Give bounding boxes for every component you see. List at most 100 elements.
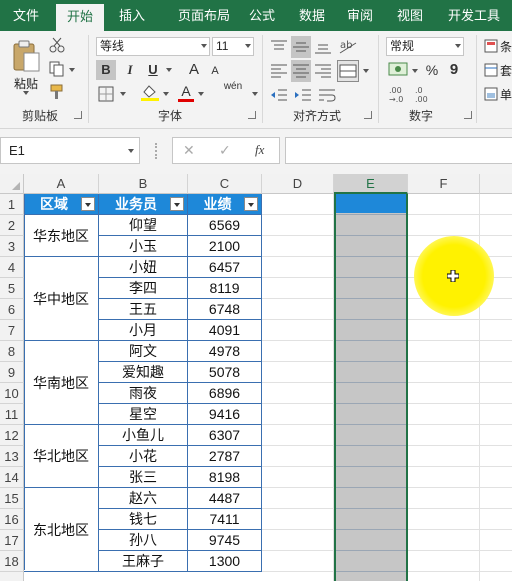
row-header[interactable]: 1 [0,194,24,215]
fill-color-icon[interactable] [140,83,160,101]
name-box[interactable]: E1 [0,137,140,164]
comma-button[interactable]: 9 [444,60,464,80]
column-header-a[interactable]: A [24,174,99,194]
header-salesperson[interactable]: 业务员 [99,194,188,215]
row-header[interactable]: 4 [0,257,24,278]
row-header[interactable]: 3 [0,236,24,257]
tab-review[interactable]: 审阅 [338,0,382,31]
row-header[interactable]: 6 [0,299,24,320]
sales-cell[interactable]: 6307 [188,425,262,446]
align-left-icon[interactable] [270,63,288,79]
row-header[interactable]: 16 [0,509,24,530]
borders-icon[interactable] [98,86,114,102]
row-header[interactable]: 11 [0,404,24,425]
font-size-select[interactable]: 11 [212,37,254,56]
salesperson-cell[interactable]: 星空 [99,404,188,425]
enter-icon[interactable]: ✓ [219,142,231,159]
salesperson-cell[interactable]: 赵六 [99,488,188,509]
cancel-icon[interactable]: ✕ [183,142,195,159]
align-right-icon[interactable] [314,63,332,79]
table-format-icon[interactable] [484,63,498,77]
cell-styles-icon[interactable] [484,87,498,101]
percent-button[interactable]: % [424,60,440,80]
align-top-icon[interactable] [270,39,288,55]
row-header[interactable]: 9 [0,362,24,383]
align-middle-button[interactable] [291,36,311,58]
sales-cell[interactable]: 8198 [188,467,262,488]
styles-item-1[interactable]: 条 [500,38,512,55]
salesperson-cell[interactable]: 爱知趣 [99,362,188,383]
salesperson-cell[interactable]: 王五 [99,299,188,320]
header-region[interactable]: 区域 [24,194,99,215]
row-header[interactable]: 17 [0,530,24,551]
salesperson-cell[interactable]: 仰望 [99,215,188,236]
column-header-e[interactable]: E [334,174,408,194]
tab-home[interactable]: 开始 [56,4,104,31]
salesperson-cell[interactable]: 小玉 [99,236,188,257]
salesperson-cell[interactable]: 小花 [99,446,188,467]
filter-region-button[interactable] [81,197,95,211]
increase-decimal-icon[interactable]: .00→.0 [388,85,412,103]
salesperson-cell[interactable]: 小月 [99,320,188,341]
column-header-d[interactable]: D [262,174,334,194]
row-header[interactable] [0,572,24,581]
active-cell-e1[interactable] [336,194,406,213]
sales-cell[interactable]: 6457 [188,257,262,278]
selected-column-e[interactable] [334,194,408,581]
sales-cell[interactable]: 4487 [188,488,262,509]
alignment-launcher[interactable] [364,111,372,119]
salesperson-cell[interactable]: 钱七 [99,509,188,530]
salesperson-cell[interactable]: 雨夜 [99,383,188,404]
bold-button[interactable]: B [96,60,116,80]
italic-button[interactable]: I [120,60,140,80]
decrease-indent-icon[interactable] [270,87,288,103]
sales-cell[interactable]: 4978 [188,341,262,362]
tab-developer[interactable]: 开发工具 [440,0,508,31]
select-all-corner[interactable] [0,174,24,194]
sales-cell[interactable]: 6748 [188,299,262,320]
salesperson-cell[interactable]: 张三 [99,467,188,488]
sales-cell[interactable]: 8119 [188,278,262,299]
row-header[interactable]: 12 [0,425,24,446]
accounting-format-icon[interactable] [388,61,410,79]
sales-cell[interactable]: 5078 [188,362,262,383]
row-header[interactable]: 10 [0,383,24,404]
font-name-select[interactable]: 等线 [96,37,210,56]
tab-file[interactable]: 文件 [0,0,52,31]
wrap-text-icon[interactable] [318,87,336,103]
region-cell[interactable]: 华中地区 [24,257,99,341]
filter-sales-button[interactable] [244,197,258,211]
row-header[interactable]: 2 [0,215,24,236]
shrink-font-button[interactable]: A [208,62,222,80]
salesperson-cell[interactable]: 小妞 [99,257,188,278]
styles-item-3[interactable]: 单 [500,86,512,103]
sales-cell[interactable]: 2100 [188,236,262,257]
tab-formulas[interactable]: 公式 [240,0,284,31]
grow-font-button[interactable]: A [186,60,202,80]
sales-cell[interactable]: 9745 [188,530,262,551]
copy-icon[interactable] [49,61,65,77]
row-header[interactable]: 7 [0,320,24,341]
sales-cell[interactable]: 6569 [188,215,262,236]
region-cell[interactable]: 华北地区 [24,425,99,488]
region-cell[interactable]: 华南地区 [24,341,99,425]
formula-input[interactable] [285,137,512,164]
clipboard-launcher[interactable] [74,111,82,119]
row-header[interactable]: 8 [0,341,24,362]
sales-cell[interactable]: 7411 [188,509,262,530]
styles-item-2[interactable]: 套 [500,62,512,79]
insert-function-icon[interactable]: fx [255,142,264,158]
column-header-f[interactable]: F [408,174,480,194]
region-cell[interactable]: 华东地区 [24,215,99,257]
sales-cell[interactable]: 4091 [188,320,262,341]
number-launcher[interactable] [464,111,472,119]
orientation-icon[interactable]: ab [338,37,358,55]
filter-salesperson-button[interactable] [170,197,184,211]
align-bottom-icon[interactable] [314,39,332,55]
conditional-format-icon[interactable] [484,39,498,53]
column-header-b[interactable]: B [99,174,188,194]
row-header[interactable]: 14 [0,467,24,488]
font-launcher[interactable] [248,111,256,119]
salesperson-cell[interactable]: 王麻子 [99,551,188,572]
tab-insert[interactable]: 插入 [108,0,156,31]
